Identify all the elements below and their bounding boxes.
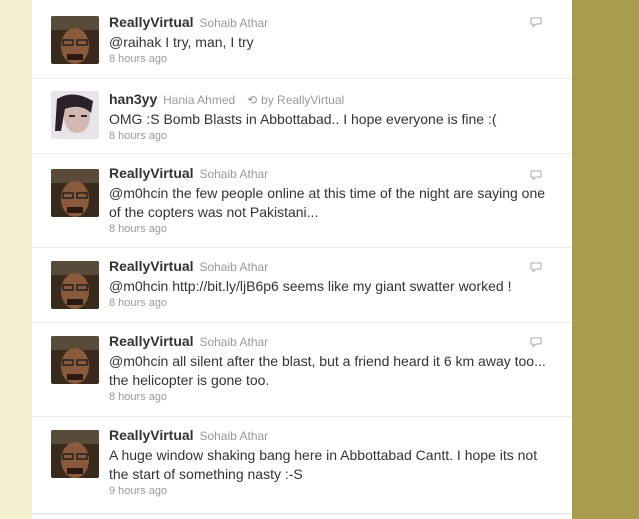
tweet[interactable]: ReallyVirtual Sohaib Athar @m0hcin all s… (32, 323, 572, 417)
screen-name[interactable]: ReallyVirtual (109, 427, 194, 443)
screen-name[interactable]: ReallyVirtual (109, 258, 194, 274)
timeline: ReallyVirtual Sohaib Athar @raihak I try… (32, 0, 572, 519)
full-name[interactable]: Sohaib Athar (199, 429, 268, 443)
full-name[interactable]: Hania Ahmed (163, 93, 235, 107)
full-name[interactable]: Sohaib Athar (199, 260, 268, 274)
tweet[interactable]: ReallyVirtual Sohaib Athar @m0hcin the f… (32, 154, 572, 248)
avatar[interactable] (51, 261, 99, 309)
avatar[interactable] (51, 16, 99, 64)
retweet-icon: ⟲ (247, 93, 258, 107)
avatar[interactable] (51, 430, 99, 478)
screen-name[interactable]: han3yy (109, 91, 157, 107)
tweet[interactable]: ReallyVirtual Sohaib Athar @m0hcin http:… (32, 248, 572, 323)
full-name[interactable]: Sohaib Athar (199, 335, 268, 349)
screen-name[interactable]: ReallyVirtual (109, 14, 194, 30)
timestamp[interactable]: 8 hours ago (109, 223, 552, 235)
tweet[interactable]: ReallyVirtual Sohaib Athar A huge window… (32, 417, 572, 514)
avatar[interactable] (51, 336, 99, 384)
tweet-text: A huge window shaking bang here in Abbot… (109, 447, 538, 482)
tweet-text: @m0hcin the few people online at this ti… (109, 185, 546, 220)
tweet[interactable]: han3yy Hania Ahmed ⟲ by ReallyVirtual OM… (32, 79, 572, 154)
full-name[interactable]: Sohaib Athar (199, 167, 268, 181)
timestamp[interactable]: 8 hours ago (109, 53, 552, 65)
tweet[interactable]: ReallyVirtual Sohaib Athar @raihak I try… (32, 0, 572, 79)
screen-name[interactable]: ReallyVirtual (109, 333, 194, 349)
page-background-right (572, 0, 639, 519)
divider (32, 514, 572, 515)
tweet-text: @raihak I try, man, I try (109, 34, 254, 50)
timestamp[interactable]: 8 hours ago (109, 297, 552, 309)
tweet-text: OMG :S Bomb Blasts in Abbottabad.. I hop… (109, 111, 497, 127)
timestamp[interactable]: 8 hours ago (109, 391, 552, 403)
screen-name[interactable]: ReallyVirtual (109, 165, 194, 181)
full-name[interactable]: Sohaib Athar (199, 16, 268, 30)
timestamp[interactable]: 8 hours ago (109, 130, 552, 142)
retweeted-by[interactable]: by ReallyVirtual (261, 93, 344, 107)
avatar[interactable] (51, 91, 99, 139)
tweet-text: @m0hcin http://bit.ly/ljB6p6 seems like … (109, 278, 512, 294)
tweet-text: @m0hcin all silent after the blast, but … (109, 353, 546, 388)
timestamp[interactable]: 9 hours ago (109, 485, 552, 497)
avatar[interactable] (51, 169, 99, 217)
